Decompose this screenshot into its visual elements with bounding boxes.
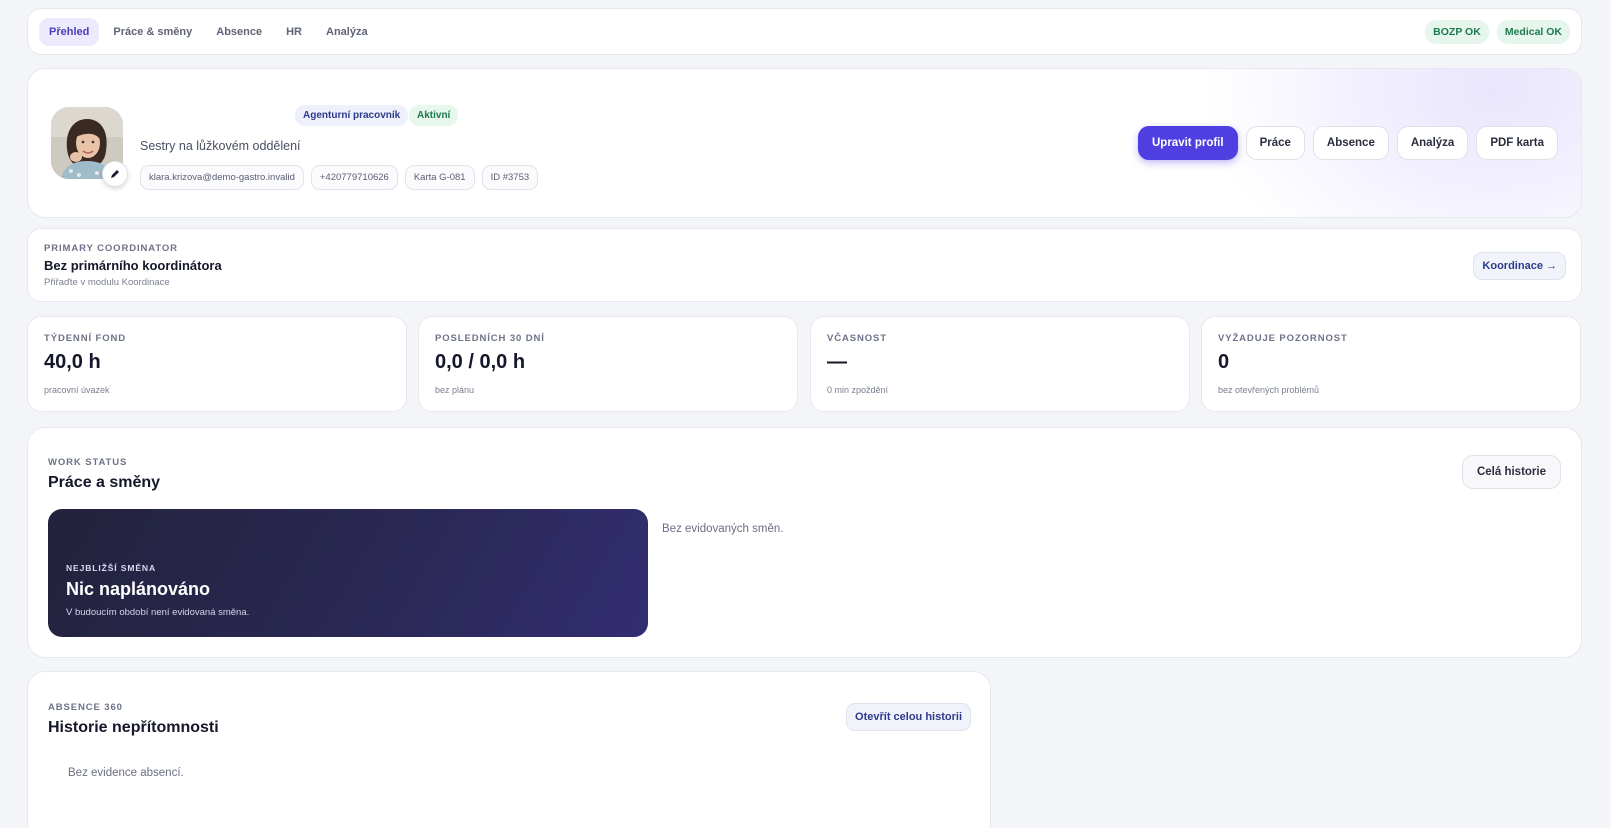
full-history-button[interactable]: Celá historie — [1461, 455, 1561, 489]
edit-profile-button[interactable]: Upravit profil — [1138, 126, 1238, 160]
stat-label: POSLEDNÍCH 30 DNÍ — [435, 333, 545, 344]
next-shift-subtitle: V budoucím období není evidovaná směna. — [66, 607, 250, 618]
stat-value: 0 — [1218, 351, 1230, 373]
employment-type-badge: Agenturní pracovník — [295, 105, 409, 126]
absence-button[interactable]: Absence — [1312, 126, 1389, 160]
tab-prace-smeny[interactable]: Práce & směny — [103, 18, 202, 46]
tab-hr[interactable]: HR — [276, 18, 312, 46]
analysis-button[interactable]: Analýza — [1396, 126, 1469, 160]
status-badge: Aktivní — [409, 105, 459, 126]
stat-attention: VYŽADUJE POZORNOST 0 bez otevřených prob… — [1201, 316, 1581, 412]
stat-value: 0,0 / 0,0 h — [435, 351, 526, 373]
pencil-icon — [111, 170, 119, 178]
stat-caption: 0 min zpoždění — [827, 385, 889, 395]
pdf-card-button[interactable]: PDF karta — [1476, 126, 1558, 160]
coordinator-card: PRIMARY COORDINATOR Bez primárního koord… — [27, 228, 1582, 302]
stat-last-30-days: POSLEDNÍCH 30 DNÍ 0,0 / 0,0 h bez plánu — [418, 316, 798, 412]
coordination-button[interactable]: Koordinace → — [1473, 252, 1566, 280]
email-chip[interactable]: klara.krizova@demo-gastro.invalid — [140, 165, 304, 190]
status-pills: BOZP OK Medical OK — [1425, 19, 1570, 44]
next-shift-eyebrow: NEJBLIŽŠÍ SMĚNA — [66, 563, 157, 573]
contact-chips: klara.krizova@demo-gastro.invalid +42077… — [140, 165, 539, 190]
tab-bar: Přehled Práce & směny Absence HR Analýza — [39, 17, 378, 46]
tab-absence[interactable]: Absence — [206, 18, 272, 46]
open-history-button[interactable]: Otevřít celou historii — [846, 703, 971, 731]
work-button[interactable]: Práce — [1245, 126, 1305, 160]
stat-label: TÝDENNÍ FOND — [44, 333, 127, 344]
work-title: Práce a směny — [48, 474, 161, 491]
profile-role: Sestry na lůžkovém oddělení — [140, 139, 301, 153]
stat-value: — — [827, 351, 847, 373]
card-chip: Karta G-081 — [404, 165, 475, 190]
work-status-card: WORK STATUS Práce a směny Celá historie … — [27, 427, 1582, 658]
stat-caption: pracovní úvazek — [44, 385, 110, 395]
coordinator-eyebrow: PRIMARY COORDINATOR — [44, 243, 178, 254]
stat-caption: bez plánu — [435, 385, 475, 395]
coordinator-subtitle: Přiřaďte v modulu Koordinace — [44, 277, 170, 288]
stat-weekly-fund: TÝDENNÍ FOND 40,0 h pracovní úvazek — [27, 316, 407, 412]
edit-avatar-button[interactable] — [102, 161, 128, 187]
next-shift-panel: NEJBLIŽŠÍ SMĚNA Nic naplánováno V budouc… — [48, 509, 648, 637]
absence-eyebrow: ABSENCE 360 — [48, 702, 123, 713]
profile-actions: Upravit profil Práce Absence Analýza PDF… — [1138, 126, 1558, 160]
stat-value: 40,0 h — [44, 351, 101, 373]
absence-title: Historie nepřítomnosti — [48, 719, 219, 736]
profile-header: Agenturní pracovník Aktivní Sestry na lů… — [27, 68, 1582, 218]
coordinator-title: Bez primárního koordinátora — [44, 258, 222, 273]
stat-caption: bez otevřených problémů — [1218, 385, 1320, 395]
phone-chip[interactable]: +420779710626 — [310, 165, 398, 190]
shifts-empty-text: Bez evidovaných směn. — [662, 523, 784, 535]
top-nav: Přehled Práce & směny Absence HR Analýza… — [27, 8, 1582, 55]
absence-card: ABSENCE 360 Historie nepřítomnosti Otevř… — [27, 671, 991, 828]
tab-prehled[interactable]: Přehled — [39, 17, 100, 46]
id-chip: ID #3753 — [481, 165, 539, 190]
stat-punctuality: VČASNOST — 0 min zpoždění — [810, 316, 1190, 412]
stat-label: VČASNOST — [827, 333, 887, 344]
absence-empty-text: Bez evidence absencí. — [68, 767, 184, 779]
stat-label: VYŽADUJE POZORNOST — [1218, 333, 1348, 344]
next-shift-title: Nic naplánováno — [66, 579, 211, 599]
tab-analyza[interactable]: Analýza — [316, 18, 378, 46]
work-eyebrow: WORK STATUS — [48, 457, 128, 468]
medical-status-badge: Medical OK — [1496, 19, 1570, 44]
bozp-status-badge: BOZP OK — [1425, 19, 1489, 44]
